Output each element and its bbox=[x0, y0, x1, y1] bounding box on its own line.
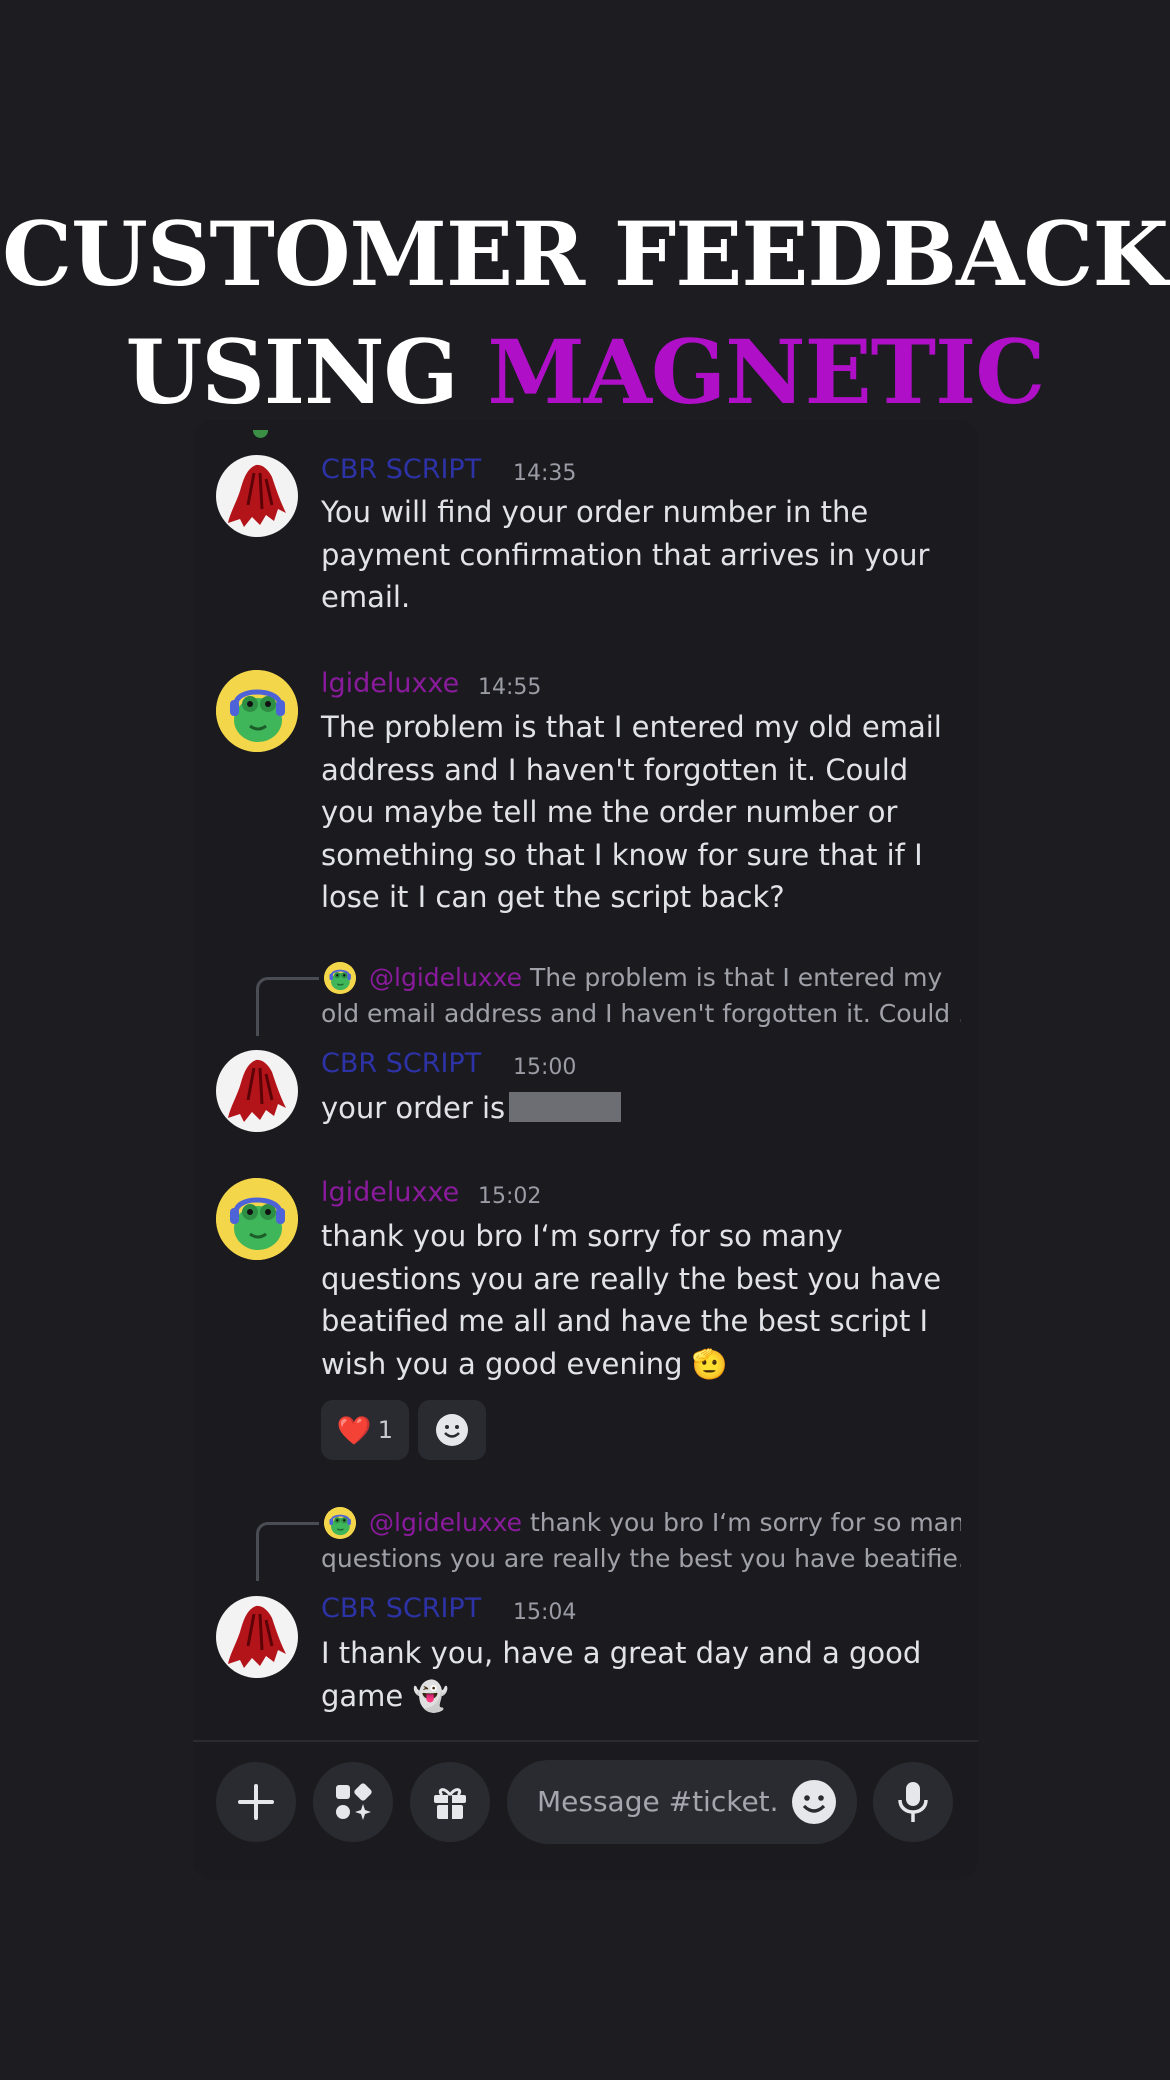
avatar[interactable] bbox=[216, 1596, 298, 1678]
add-reaction-button[interactable] bbox=[418, 1400, 486, 1460]
reply-text: The problem is that I entered my bbox=[529, 963, 943, 992]
headline-line-2: USING MAGNETIC bbox=[0, 313, 1170, 431]
reply-text-line-2: old email address and I haven't forgotte… bbox=[321, 999, 961, 1028]
microphone-icon bbox=[898, 1782, 928, 1822]
heart-emoji: ❤️ bbox=[336, 1413, 372, 1447]
timestamp: 15:00 bbox=[513, 1055, 577, 1080]
author-name[interactable]: lgideluxxe bbox=[321, 668, 459, 699]
reply-connector bbox=[256, 1522, 319, 1581]
apps-icon bbox=[336, 1783, 372, 1820]
frog-headset-icon bbox=[216, 670, 298, 752]
author-name[interactable]: lgideluxxe bbox=[321, 1177, 459, 1208]
attach-button[interactable] bbox=[216, 1762, 296, 1842]
author-name[interactable]: CBR SCRIPT bbox=[321, 1593, 481, 1624]
cape-icon bbox=[216, 1050, 298, 1132]
apps-button[interactable] bbox=[313, 1762, 393, 1842]
frog-headset-icon bbox=[216, 1178, 298, 1260]
avatar[interactable] bbox=[216, 455, 298, 537]
avatar[interactable] bbox=[216, 1050, 298, 1132]
reply-mention[interactable]: @lgideluxxe bbox=[369, 963, 522, 992]
cape-icon bbox=[216, 1596, 298, 1678]
reply-text: thank you bro I‘m sorry for so many bbox=[529, 1508, 961, 1537]
message-input-container[interactable] bbox=[507, 1760, 857, 1844]
message-text: The problem is that I entered my old ema… bbox=[321, 710, 942, 914]
reply-connector bbox=[256, 977, 319, 1036]
timestamp: 14:55 bbox=[478, 675, 542, 700]
cape-icon bbox=[216, 455, 298, 537]
timestamp: 14:35 bbox=[513, 461, 577, 486]
avatar[interactable] bbox=[216, 1178, 298, 1260]
message-text-content: your order is bbox=[321, 1091, 506, 1125]
add-reaction-icon bbox=[436, 1414, 468, 1446]
composer-divider bbox=[193, 1740, 978, 1742]
headline-prefix: USING bbox=[125, 320, 488, 424]
message-text: You will find your order number in the p… bbox=[321, 495, 930, 614]
reply-preview[interactable]: @lgideluxxe thank you bro I‘m sorry for … bbox=[321, 1505, 961, 1577]
message-text: I thank you, have a great day and a good… bbox=[321, 1636, 922, 1713]
headline-line-1: CUSTOMER FEEDBACK bbox=[2, 202, 1169, 306]
message-text: your order is bbox=[321, 1087, 961, 1130]
timestamp: 15:04 bbox=[513, 1600, 577, 1625]
gift-button[interactable] bbox=[410, 1762, 490, 1842]
reaction-count: 1 bbox=[377, 1416, 394, 1444]
message-text: thank you bro I‘m sorry for so many ques… bbox=[321, 1219, 942, 1381]
reply-preview[interactable]: @lgideluxxe The problem is that I entere… bbox=[321, 960, 961, 1032]
reply-mention[interactable]: @lgideluxxe bbox=[369, 1508, 522, 1537]
redacted-order-number bbox=[509, 1092, 622, 1122]
reaction-heart[interactable]: ❤️ 1 bbox=[321, 1400, 409, 1460]
author-name[interactable]: CBR SCRIPT bbox=[321, 1048, 481, 1079]
avatar[interactable] bbox=[216, 670, 298, 752]
headline-accent: MAGNETIC bbox=[487, 320, 1045, 424]
voice-button[interactable] bbox=[873, 1762, 953, 1842]
headline: CUSTOMER FEEDBACK USING MAGNETIC bbox=[0, 195, 1170, 431]
author-name[interactable]: CBR SCRIPT bbox=[321, 454, 481, 485]
emoji-icon[interactable] bbox=[791, 1779, 837, 1825]
reply-text-line-2: questions you are really the best you ha… bbox=[321, 1544, 961, 1573]
plus-icon bbox=[238, 1784, 274, 1820]
message-input[interactable] bbox=[535, 1778, 779, 1824]
timestamp: 15:02 bbox=[478, 1184, 542, 1209]
gift-icon bbox=[434, 1788, 466, 1819]
